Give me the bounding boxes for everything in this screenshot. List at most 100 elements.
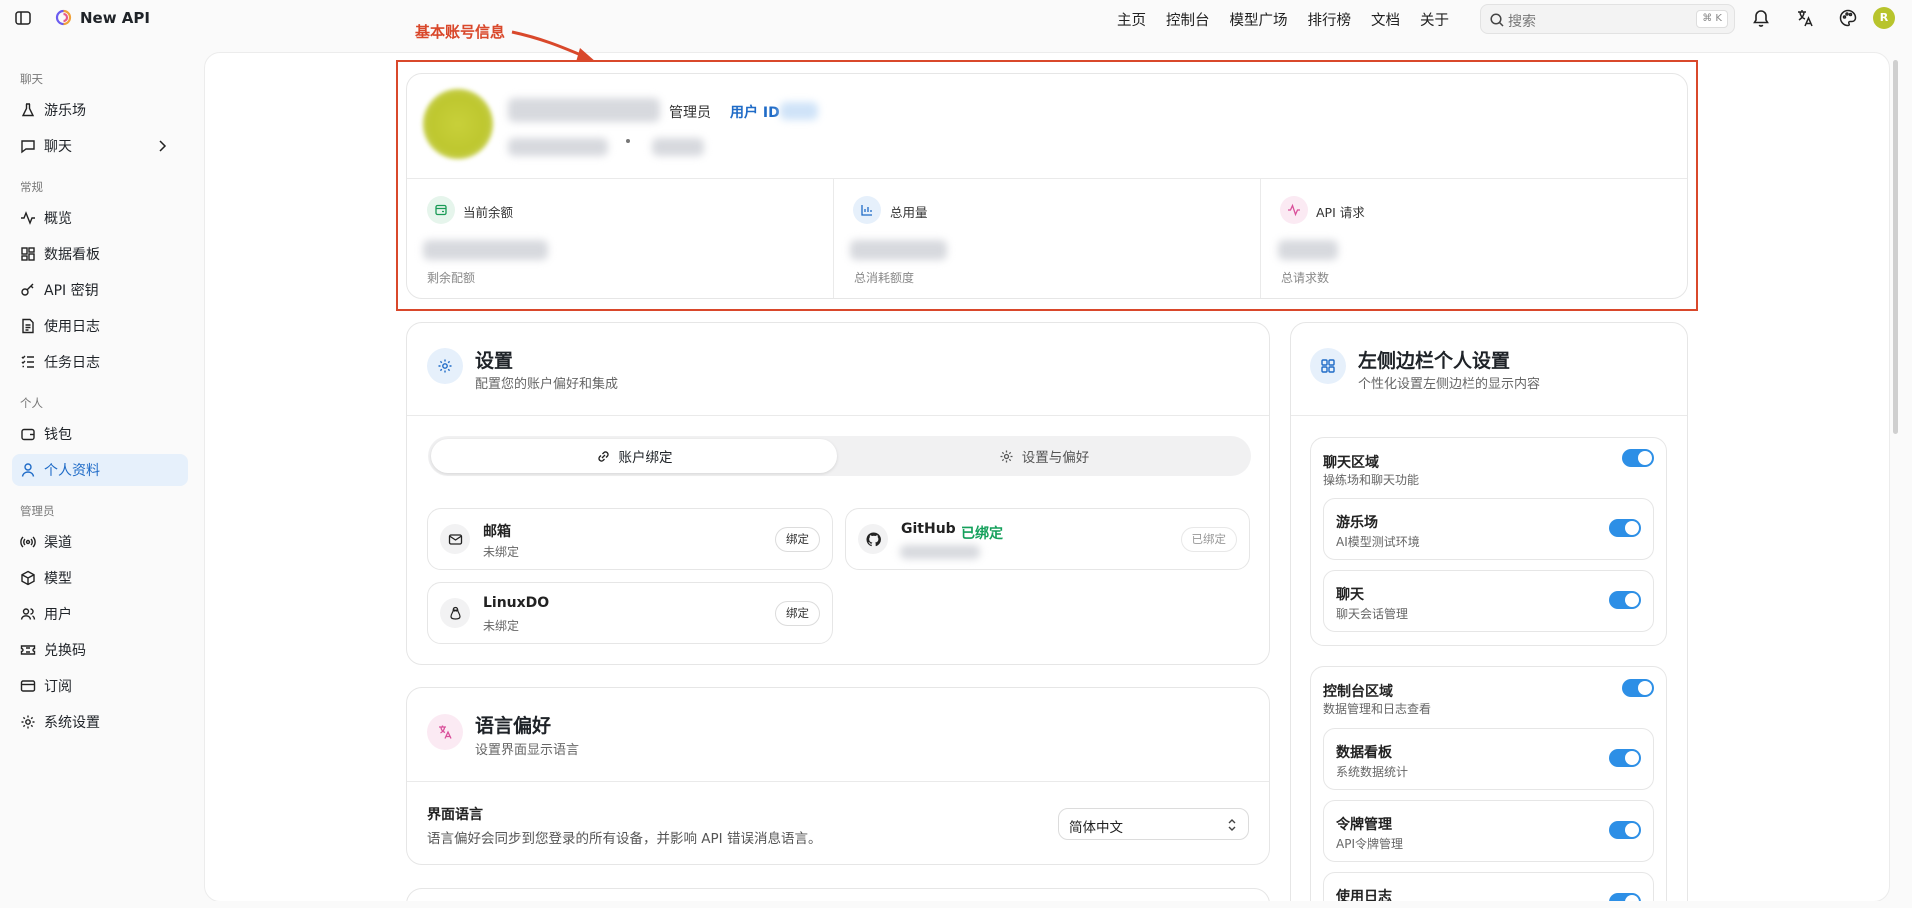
language-title: 语言偏好 [475,715,552,737]
binding-name: 邮箱 [483,524,511,540]
user-avatar[interactable]: R [1873,7,1895,29]
sub-item-sub: 聊天会话管理 [1336,607,1409,621]
sub-item-title: 令牌管理 [1336,817,1392,833]
tab-preferences[interactable]: 设置与偏好 [840,439,1248,473]
link-icon [597,450,609,462]
sidebar-toggle-icon[interactable] [14,9,32,27]
language-subtitle: 设置界面显示语言 [475,743,580,758]
nav-console[interactable]: 控制台 [1166,9,1210,30]
sidebar-section-chat: 聊天 [20,72,43,86]
binding-linuxdo: LinuxDO 未绑定 绑定 [427,582,833,644]
sidebar-item-label: 订阅 [44,679,72,695]
search-icon [1490,13,1504,27]
grid-icon [21,247,35,261]
binding-status: 未绑定 [483,619,520,633]
language-divider [407,781,1269,782]
nav-about[interactable]: 关于 [1420,9,1449,30]
sidebar-item-label: 个人资料 [44,463,100,479]
sidebar-item-system-settings[interactable]: 系统设置 [12,706,188,738]
layout-grid-icon [1321,359,1335,373]
binding-name: GitHub [901,521,956,537]
sub-item-chat: 聊天 聊天会话管理 [1323,570,1654,632]
search-placeholder: 搜索 [1508,14,1536,30]
redacted-github-account [900,545,980,559]
sidebar-settings-subtitle: 个性化设置左侧边栏的显示内容 [1358,377,1541,392]
settings-section-icon [427,348,463,384]
sub-item-playground: 游乐场 AI模型测试环境 [1323,498,1654,560]
bind-email-button[interactable]: 绑定 [775,527,820,552]
chevron-right-icon [159,140,167,152]
sidebar-item-api-keys[interactable]: API 密钥 [12,274,188,306]
github-bound-button[interactable]: 已绑定 [1180,527,1237,552]
sidebar-item-task-logs[interactable]: 任务日志 [12,346,188,378]
search-input[interactable]: 搜索 ⌘ K [1480,4,1735,34]
sidebar-item-channels[interactable]: 渠道 [12,526,188,558]
sidebar-section-admin: 管理员 [20,504,55,518]
user-icon [21,463,35,477]
search-shortcut: ⌘ K [1696,10,1728,28]
dashboard-toggle[interactable] [1609,749,1641,767]
settings-title: 设置 [475,350,514,372]
list-icon [21,355,34,368]
chat-area-toggle[interactable] [1622,449,1654,467]
nav-docs[interactable]: 文档 [1371,9,1400,30]
playground-toggle[interactable] [1609,519,1641,537]
nav-home[interactable]: 主页 [1117,9,1146,30]
key-icon [21,283,34,296]
top-bar: New API 主页 控制台 模型广场 排行榜 文档 关于 搜索 ⌘ K R [0,0,1912,36]
sidebar-item-wallet[interactable]: 钱包 [12,418,188,450]
mail-icon [448,533,462,545]
sidebar-item-label: 渠道 [44,535,72,551]
document-icon [22,318,34,334]
gear-icon [438,359,452,373]
chat-toggle[interactable] [1609,591,1641,609]
sidebar-section-general: 常规 [20,180,43,194]
sub-item-sub: 系统数据统计 [1336,765,1409,779]
sidebar-settings-title: 左侧边栏个人设置 [1358,350,1511,372]
token-management-toggle[interactable] [1609,821,1641,839]
annotation-box [396,60,1698,311]
translate-icon[interactable] [1795,8,1815,28]
sidebar-item-models[interactable]: 模型 [12,562,188,594]
group-title: 控制台区域 [1323,684,1393,700]
broadcast-icon [20,536,36,548]
language-select[interactable]: 简体中文 [1058,808,1249,840]
sidebar-item-label: API 密钥 [44,283,99,299]
activity-icon [21,211,35,225]
sidebar-item-playground[interactable]: 游乐场 [12,94,188,126]
sidebar-item-label: 任务日志 [44,355,100,371]
tab-account-binding[interactable]: 账户绑定 [431,439,837,473]
nav-model-square[interactable]: 模型广场 [1230,9,1288,30]
linux-penguin-icon [449,606,461,620]
translate-icon [439,725,452,739]
sidebar-item-usage-logs[interactable]: 使用日志 [12,310,188,342]
bind-linuxdo-button[interactable]: 绑定 [775,601,820,626]
gear-icon [21,715,35,729]
sidebar-item-redeem-codes[interactable]: 兑换码 [12,634,188,666]
sidebar-item-chat[interactable]: 聊天 [12,130,188,162]
palette-icon[interactable] [1838,8,1858,28]
binding-github: GitHub 已绑定 [845,508,1250,570]
sidebar-item-profile[interactable]: 个人资料 [12,454,188,486]
binding-name: LinuxDO [483,595,550,611]
sub-item-title: 聊天 [1336,587,1364,603]
chevron-updown-icon [1228,819,1236,831]
main-scrollbar[interactable] [1893,60,1898,434]
sidebar-item-label: 兑换码 [44,643,86,659]
bell-icon[interactable] [1751,8,1771,28]
sub-item-dashboard: 数据看板 系统数据统计 [1323,728,1654,790]
console-area-toggle[interactable] [1622,679,1654,697]
sidebar-section-personal: 个人 [20,396,43,410]
sidebar-item-overview[interactable]: 概览 [12,202,188,234]
sidebar-item-dashboard[interactable]: 数据看板 [12,238,188,270]
language-section-icon [427,714,463,750]
sub-item-title: 数据看板 [1336,745,1392,761]
sidebar-item-label: 概览 [44,211,72,227]
nav-leaderboard[interactable]: 排行榜 [1308,9,1352,30]
interface-language-label: 界面语言 [427,807,483,823]
sidebar-item-subscriptions[interactable]: 订阅 [12,670,188,702]
sidebar-item-users[interactable]: 用户 [12,598,188,630]
app-title[interactable]: New API [80,9,150,27]
app-logo-icon [55,9,72,26]
group-title: 聊天区域 [1323,455,1379,471]
